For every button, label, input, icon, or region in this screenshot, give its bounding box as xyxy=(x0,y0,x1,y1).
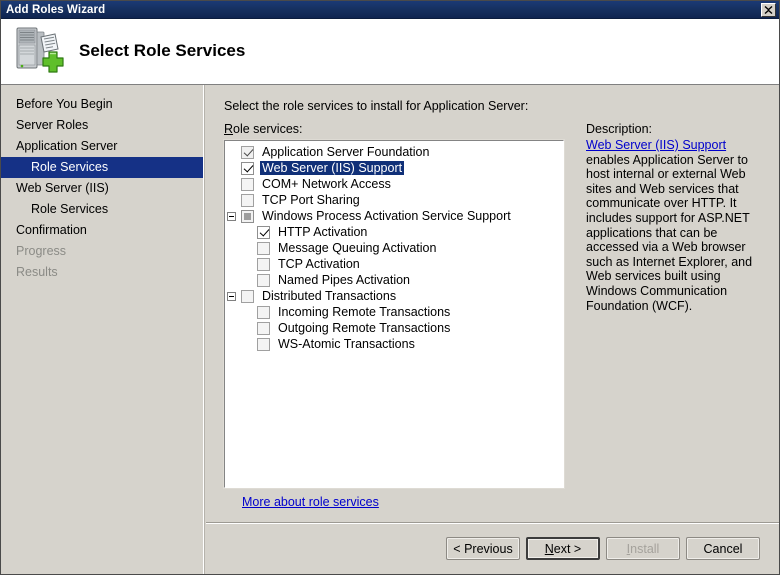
role-services-label-accel: R xyxy=(224,122,234,136)
tree-row[interactable]: Application Server Foundation xyxy=(227,144,561,160)
tree-row[interactable]: Windows Process Activation Service Suppo… xyxy=(227,208,561,224)
role-services-tree-rows: Application Server Foundation Web Server … xyxy=(227,144,561,352)
tree-row[interactable]: Web Server (IIS) Support xyxy=(227,160,561,176)
sidebar-item-web-server-iis[interactable]: Web Server (IIS) xyxy=(1,178,203,199)
install-button-rest: nstall xyxy=(630,541,660,556)
checkbox-checked[interactable] xyxy=(257,225,270,239)
more-about-role-services-link[interactable]: More about role services xyxy=(242,495,379,509)
role-services-tree[interactable]: Application Server Foundation Web Server … xyxy=(223,139,565,489)
sidebar-item-application-server[interactable]: Application Server xyxy=(1,136,203,157)
tree-item-label: WS-Atomic Transactions xyxy=(278,337,415,351)
tree-item-label: Incoming Remote Transactions xyxy=(278,305,451,319)
sidebar-item-results: Results xyxy=(16,265,58,279)
install-button: Install xyxy=(606,537,680,560)
tree-row[interactable]: HTTP Activation xyxy=(227,224,561,240)
window-title: Add Roles Wizard xyxy=(6,3,106,16)
description-text: enables Application Server to host inter… xyxy=(586,152,753,313)
tree-row[interactable]: COM+ Network Access xyxy=(227,176,561,192)
checkbox-unchecked[interactable] xyxy=(257,257,270,271)
close-x-glyph xyxy=(764,5,773,14)
tree-row[interactable]: Message Queuing Activation xyxy=(227,240,561,256)
checkbox-unchecked[interactable] xyxy=(241,193,254,207)
role-services-column: Role services: Application Server Founda… xyxy=(223,122,565,489)
description-heading: Description: xyxy=(586,122,652,136)
description-body: Web Server (IIS) Support enables Applica… xyxy=(586,138,772,313)
tree-item-label: TCP Port Sharing xyxy=(262,193,360,207)
page-title: Select Role Services xyxy=(79,41,246,60)
tree-item-label: Named Pipes Activation xyxy=(278,273,411,287)
tree-item-label: Web Server (IIS) Support xyxy=(260,161,405,175)
previous-button[interactable]: < Previous xyxy=(446,537,520,560)
content-columns: Role services: Application Server Founda… xyxy=(223,122,772,489)
role-services-label-rest: ole services: xyxy=(233,122,303,136)
cancel-button[interactable]: Cancel xyxy=(686,537,760,560)
collapse-icon[interactable] xyxy=(227,291,236,301)
checkbox-unchecked[interactable] xyxy=(257,337,270,351)
content-main: Select the role services to install for … xyxy=(206,85,779,522)
tree-item-label: TCP Activation xyxy=(278,257,360,271)
sidebar-item-iis-role-services[interactable]: Role Services xyxy=(1,199,203,220)
tree-row[interactable]: WS-Atomic Transactions xyxy=(227,336,561,352)
wizard-footer: < Previous Next > Install Cancel xyxy=(206,522,779,574)
add-roles-wizard-window: Add Roles Wizard Select Role Services Be… xyxy=(0,0,780,575)
checkbox-unchecked[interactable] xyxy=(257,305,270,319)
checkbox-unchecked[interactable] xyxy=(257,241,270,255)
wizard-header: Select Role Services xyxy=(1,19,779,84)
description-column: Description: Web Server (IIS) Support en… xyxy=(564,122,772,488)
tree-row[interactable]: Outgoing Remote Transactions xyxy=(227,320,561,336)
next-button-accel: N xyxy=(544,541,554,556)
close-icon[interactable] xyxy=(761,2,776,17)
title-bar: Add Roles Wizard xyxy=(1,1,779,19)
checkbox-unchecked[interactable] xyxy=(241,289,254,303)
tree-row[interactable]: Named Pipes Activation xyxy=(227,272,561,288)
next-button-rest: ext > xyxy=(553,541,582,556)
checkbox-unchecked[interactable] xyxy=(257,273,270,287)
tree-row[interactable]: TCP Port Sharing xyxy=(227,192,561,208)
sidebar-item-app-role-services[interactable]: Role Services xyxy=(1,157,203,178)
intro-text: Select the role services to install for … xyxy=(224,99,529,113)
checkbox-checked-disabled[interactable] xyxy=(241,145,254,159)
tree-item-label: Application Server Foundation xyxy=(262,145,430,159)
collapse-icon[interactable] xyxy=(227,211,236,221)
checkbox-checked[interactable] xyxy=(241,161,254,175)
description-link[interactable]: Web Server (IIS) Support xyxy=(586,138,726,152)
next-button[interactable]: Next > xyxy=(526,537,600,560)
tree-item-label: Outgoing Remote Transactions xyxy=(278,321,451,335)
sidebar-item-before-you-begin[interactable]: Before You Begin xyxy=(1,94,203,115)
role-services-label: Role services: xyxy=(224,122,564,136)
tree-item-label: Message Queuing Activation xyxy=(278,241,437,255)
wizard-steps-sidebar: Before You Begin Server Roles Applicatio… xyxy=(1,85,204,574)
wizard-content: Select the role services to install for … xyxy=(204,85,779,574)
sidebar-item-server-roles[interactable]: Server Roles xyxy=(1,115,203,136)
tree-item-label: Windows Process Activation Service Suppo… xyxy=(262,209,511,223)
tree-row[interactable]: Distributed Transactions xyxy=(227,288,561,304)
tree-item-label: Distributed Transactions xyxy=(262,289,397,303)
more-link-container: More about role services xyxy=(224,488,772,522)
tree-row[interactable]: TCP Activation xyxy=(227,256,561,272)
server-add-icon xyxy=(11,25,65,77)
checkbox-indeterminate[interactable] xyxy=(241,209,254,223)
sidebar-item-confirmation[interactable]: Confirmation xyxy=(1,220,203,241)
tree-row[interactable]: Incoming Remote Transactions xyxy=(227,304,561,320)
sidebar-item-progress: Progress xyxy=(16,244,67,258)
wizard-body: Before You Begin Server Roles Applicatio… xyxy=(1,84,779,574)
checkbox-unchecked[interactable] xyxy=(257,321,270,335)
tree-item-label: HTTP Activation xyxy=(278,225,368,239)
tree-item-label: COM+ Network Access xyxy=(262,177,391,191)
checkbox-unchecked[interactable] xyxy=(241,177,254,191)
